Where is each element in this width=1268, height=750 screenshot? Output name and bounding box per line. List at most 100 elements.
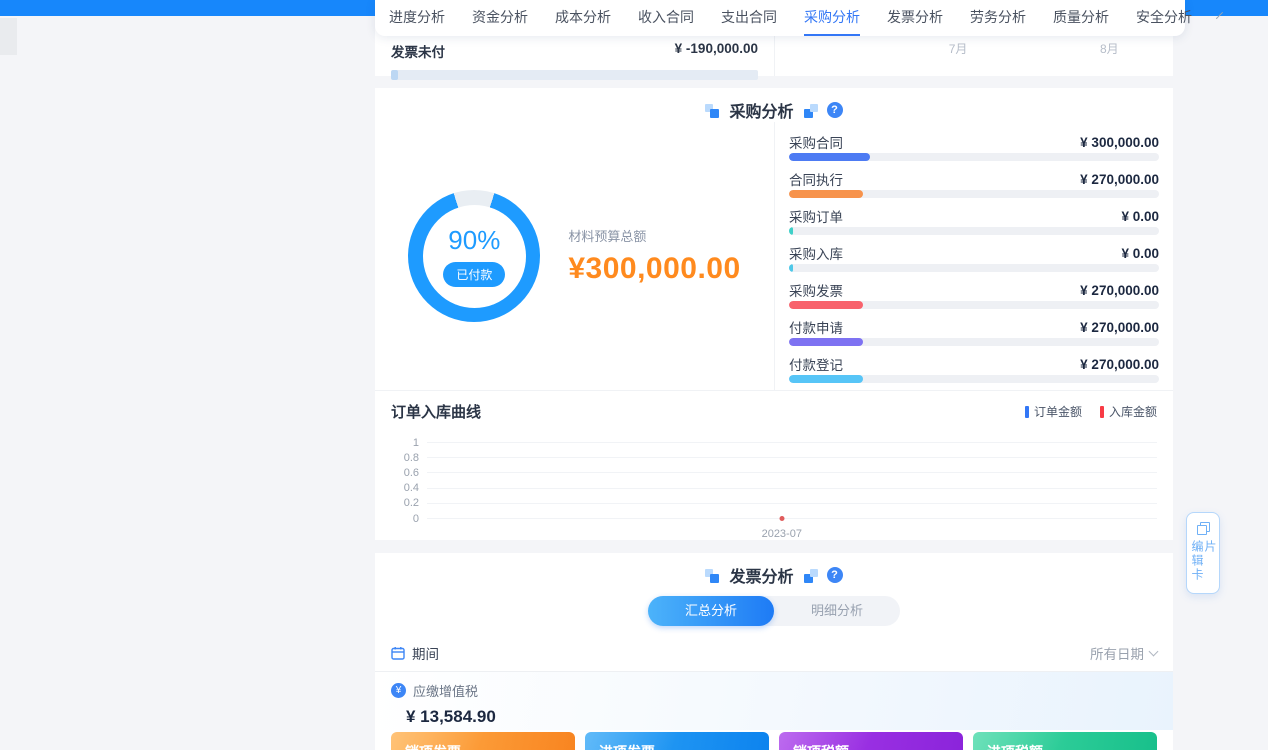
- nav-tab[interactable]: 采购分析: [804, 0, 860, 36]
- gridline-row: 0: [391, 511, 1157, 526]
- nav-tab[interactable]: 支出合同: [721, 0, 777, 36]
- gridline: [427, 442, 1157, 443]
- invoice-unpaid-bar-track: [391, 70, 758, 80]
- bar-track: [789, 301, 1159, 309]
- procurement-bar-row: 付款申请 ¥ 270,000.00: [789, 317, 1159, 346]
- gridline-row: 0.4: [391, 481, 1157, 496]
- toggle-segment[interactable]: 明细分析: [774, 596, 900, 626]
- legend-label: 入库金额: [1109, 403, 1157, 420]
- date-range-dropdown[interactable]: 所有日期: [1090, 643, 1157, 663]
- x-axis-label: 2023-07: [762, 528, 802, 540]
- procurement-section-header: 采购分析 ?: [375, 88, 1173, 122]
- procurement-bar-row: 采购入库 ¥ 0.00: [789, 243, 1159, 272]
- chart-title: 订单入库曲线: [391, 401, 481, 422]
- y-axis-tick: 1: [391, 437, 419, 449]
- nav-tab[interactable]: 收入合同: [638, 0, 694, 36]
- invoice-unpaid-label: 发票未付: [391, 41, 445, 61]
- tax-card-label: 销项税额: [793, 744, 849, 750]
- period-row: 期间 所有日期: [375, 634, 1173, 672]
- y-axis-tick: 0.6: [391, 467, 419, 479]
- nav-tab[interactable]: 进度分析: [389, 0, 445, 36]
- bar-value: ¥ 270,000.00: [1080, 283, 1159, 298]
- bar-label: 合同执行: [789, 169, 843, 189]
- question-icon[interactable]: ?: [827, 567, 843, 583]
- procurement-section-title: 采购分析: [729, 98, 793, 122]
- paid-badge: 已付款: [443, 262, 505, 287]
- toggle-segment[interactable]: 汇总分析: [648, 596, 774, 626]
- nav-tab[interactable]: 劳务分析: [970, 0, 1026, 36]
- gridline: [427, 488, 1157, 489]
- budget-total-amount: ¥300,000.00: [568, 252, 740, 286]
- nav-tab[interactable]: 成本分析: [555, 0, 611, 36]
- donut-percent-value: 90%: [448, 225, 500, 256]
- legend-label: 订单金额: [1034, 403, 1082, 420]
- bar-value: ¥ 270,000.00: [1080, 320, 1159, 335]
- bar-label: 付款登记: [789, 354, 843, 374]
- analysis-tab-bar: 进度分析资金分析成本分析收入合同支出合同采购分析发票分析劳务分析质量分析安全分析: [375, 0, 1185, 36]
- bar-fill: [789, 153, 870, 161]
- dashboard-content: 发票未付 ¥ -190,000.00 7月 8月 采购分析 ? 90%: [375, 0, 1173, 750]
- procurement-bar-row: 采购发票 ¥ 270,000.00: [789, 280, 1159, 309]
- nav-tab[interactable]: 发票分析: [887, 0, 943, 36]
- bar-fill: [789, 375, 863, 383]
- background-panel-fragment: [0, 18, 17, 55]
- summary-detail-toggle: 汇总分析明细分析: [648, 596, 900, 626]
- bar-fill: [789, 264, 793, 272]
- data-point-dot: [779, 516, 784, 521]
- gridline-row: 0.8: [391, 450, 1157, 465]
- y-axis-tick: 0.2: [391, 497, 419, 509]
- bar-value: ¥ 270,000.00: [1080, 172, 1159, 187]
- decor-squares-icon: [803, 568, 818, 583]
- legend-marker-icon: [1100, 406, 1104, 418]
- tax-coin-icon: ¥: [391, 683, 406, 698]
- vat-summary-block: ¥ 应缴增值税 ¥ 13,584.90: [375, 672, 1173, 730]
- vat-amount: ¥ 13,584.90: [406, 707, 1157, 727]
- y-axis-tick: 0: [391, 513, 419, 525]
- bar-fill: [789, 227, 793, 235]
- procurement-bars-list: 采购合同 ¥ 300,000.00 合同执行 ¥ 270,000.00: [775, 122, 1173, 390]
- month-label: 8月: [1100, 40, 1119, 57]
- bar-track: [789, 375, 1159, 383]
- bar-value: ¥ 0.00: [1121, 246, 1159, 261]
- invoice-unpaid-bar-fill: [391, 70, 398, 80]
- bar-label: 采购入库: [789, 243, 843, 263]
- decor-squares-icon: [705, 103, 720, 118]
- period-label: 期间: [412, 643, 439, 663]
- procurement-bar-row: 付款登记 ¥ 270,000.00: [789, 354, 1159, 383]
- bar-track: [789, 153, 1159, 161]
- tax-card-label: 进项税额: [987, 744, 1043, 750]
- legend-item[interactable]: 入库金额: [1100, 403, 1157, 420]
- budget-total-label: 材料预算总额: [568, 226, 740, 245]
- cards-icon: [1197, 522, 1210, 535]
- tax-card: 进项税额: [973, 732, 1157, 750]
- decor-squares-icon: [803, 103, 818, 118]
- nav-tab[interactable]: 质量分析: [1053, 0, 1109, 36]
- gridline-row: 1: [391, 435, 1157, 450]
- order-inbound-chart: 订单入库曲线 订单金额 入库金额 1: [375, 390, 1173, 540]
- bar-fill: [789, 301, 863, 309]
- question-icon[interactable]: ?: [827, 102, 843, 118]
- nav-tab[interactable]: 安全分析: [1136, 0, 1192, 36]
- gridline-row: 0.2: [391, 496, 1157, 511]
- bar-value: ¥ 0.00: [1121, 209, 1159, 224]
- bar-fill: [789, 338, 863, 346]
- bar-label: 付款申请: [789, 317, 843, 337]
- tax-card: 销项发票: [391, 732, 575, 750]
- bar-label: 采购订单: [789, 206, 843, 226]
- legend-marker-icon: [1025, 406, 1029, 418]
- procurement-bar-row: 合同执行 ¥ 270,000.00: [789, 169, 1159, 198]
- month-label: 7月: [949, 40, 968, 57]
- bar-track: [789, 264, 1159, 272]
- nav-tab[interactable]: 资金分析: [472, 0, 528, 36]
- vat-label: 应缴增值税: [413, 681, 478, 700]
- bar-label: 采购发票: [789, 280, 843, 300]
- edit-cards-label: 编辑卡片: [1190, 540, 1216, 593]
- chart-plot-area: 1 0.8 0.6 0.4 0.2 0: [391, 435, 1157, 526]
- bar-fill: [789, 190, 863, 198]
- invoice-unpaid-value: ¥ -190,000.00: [675, 41, 758, 61]
- gridline: [427, 503, 1157, 504]
- edit-cards-button[interactable]: 编辑卡片: [1186, 512, 1220, 594]
- invoice-section-title: 发票分析: [729, 563, 793, 587]
- legend-item[interactable]: 订单金额: [1025, 403, 1082, 420]
- gridline-row: 0.6: [391, 465, 1157, 480]
